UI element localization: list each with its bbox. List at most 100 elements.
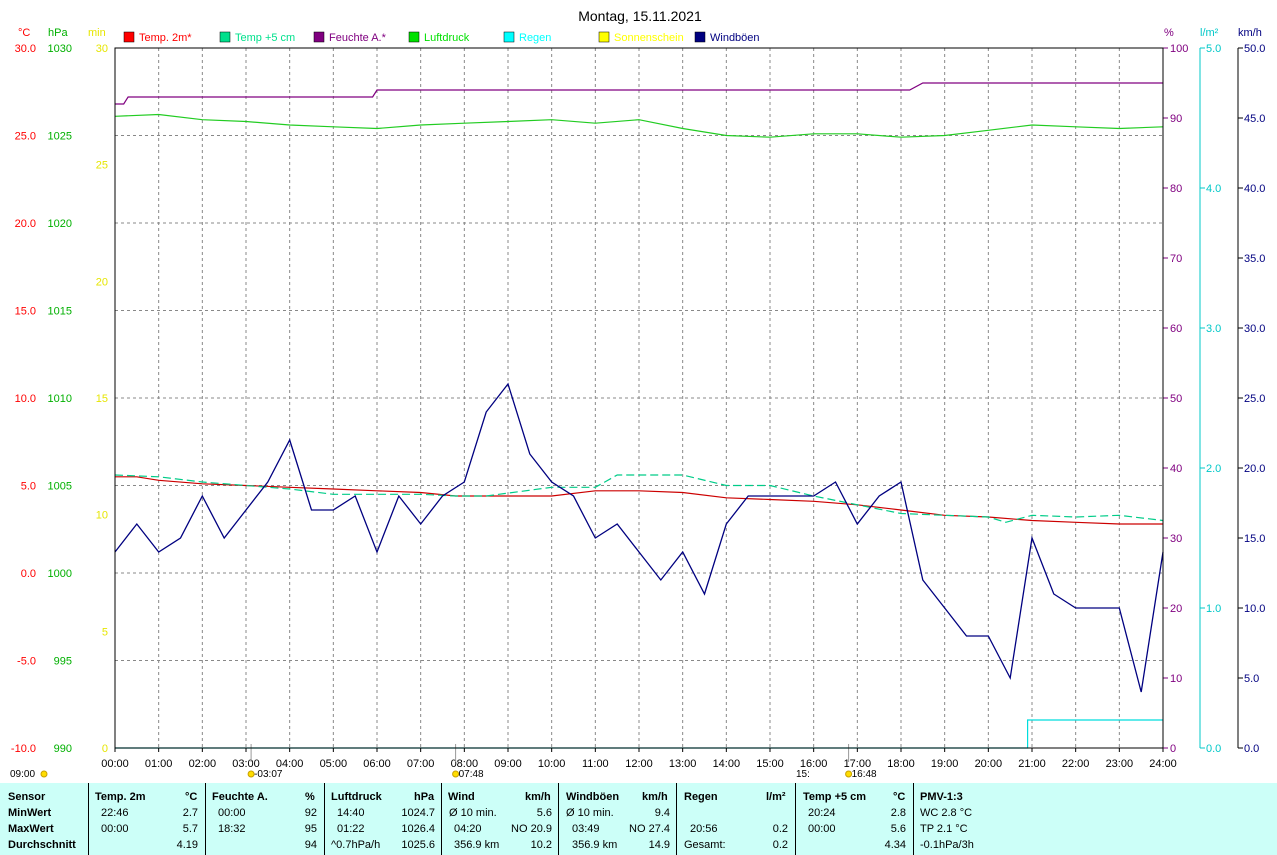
col-header: l/m² <box>766 791 786 803</box>
pressure-tick-label: 1010 <box>48 393 72 405</box>
humidity-tick-label: 60 <box>1170 323 1182 335</box>
cell: TP 2.1 °C <box>920 823 968 835</box>
rain-tick-label: 1.0 <box>1206 603 1221 615</box>
cell: 0.2 <box>772 823 788 835</box>
cell: 356.9 km <box>454 839 500 851</box>
row-label: MaxWert <box>8 823 54 835</box>
wind-tick-label: 0.0 <box>1244 743 1259 755</box>
cell: 2.8 <box>890 807 906 819</box>
x-tick-label: 07:00 <box>407 758 435 770</box>
sun-marker-label: 07:48 <box>459 769 484 780</box>
divider <box>676 783 677 855</box>
pressure-tick-label: 1015 <box>48 306 72 318</box>
legend-label: Sonnenschein <box>614 32 684 44</box>
rain-tick-label: 3.0 <box>1206 323 1221 335</box>
weather-chart: Montag, 15.11.2021 30.0 25.0 20.0 15.0 10.0 5… <box>0 0 1277 783</box>
humidity-tick-label: 20 <box>1170 603 1182 615</box>
col-header: Sensor <box>8 791 46 803</box>
sunshine-tick-label: 10 <box>96 510 108 522</box>
divider <box>88 783 89 855</box>
cell: 92 <box>304 807 317 819</box>
temp-tick-label: 25.0 <box>15 131 36 143</box>
col-header: km/h <box>642 791 668 803</box>
pressure-tick-label: 995 <box>54 656 72 668</box>
cell: NO 20.9 <box>511 823 552 835</box>
legend-swatch <box>598 31 610 43</box>
wind-tick-label: 40.0 <box>1244 183 1265 195</box>
cell: 1024.7 <box>401 807 435 819</box>
sunshine-unit-label: min <box>88 27 106 39</box>
cell: 22:46 <box>101 807 129 819</box>
x-tick-label: 05:00 <box>320 758 348 770</box>
col-header: °C <box>185 791 198 803</box>
pressure-tick-label: 1025 <box>48 131 72 143</box>
sunshine-tick-label: 5 <box>102 626 108 638</box>
wind-tick-label: 25.0 <box>1244 393 1265 405</box>
legend-label: Windböen <box>710 32 760 44</box>
humidity-tick-label: 0 <box>1170 743 1176 755</box>
divider <box>441 783 442 855</box>
cell: 00:00 <box>218 807 246 819</box>
rain-tick-label: 5.0 <box>1206 43 1221 55</box>
x-tick-label: 13:00 <box>669 758 697 770</box>
cell: ^0.7hPa/h <box>331 839 381 851</box>
humidity-tick-label: 80 <box>1170 183 1182 195</box>
wind-tick-label: 45.0 <box>1244 113 1265 125</box>
sunshine-tick-label: 30 <box>96 43 108 55</box>
divider <box>324 783 325 855</box>
pressure-tick-label: 1020 <box>48 218 72 230</box>
humidity-tick-label: 100 <box>1170 43 1188 55</box>
wind-tick-label: 10.0 <box>1244 603 1265 615</box>
x-tick-label: 15:00 <box>756 758 784 770</box>
rain-tick-label: 0.0 <box>1206 743 1221 755</box>
temp-tick-label: 30.0 <box>15 43 36 55</box>
col-header: Temp. 2m <box>95 791 146 803</box>
cell: 1026.4 <box>401 823 435 835</box>
stats-table: Sensor Temp. 2m °C Feuchte A. % Luftdruc… <box>0 783 1277 855</box>
cell: Ø 10 min. <box>449 807 497 819</box>
humidity-tick-label: 40 <box>1170 463 1182 475</box>
col-header: Wind <box>448 791 475 803</box>
temp-tick-label: 15.0 <box>15 306 36 318</box>
x-tick-label: 10:00 <box>538 758 566 770</box>
x-tick-label: 21:00 <box>1018 758 1046 770</box>
x-tick-label: 14:00 <box>713 758 741 770</box>
sun-marker-label: 16:48 <box>852 769 877 780</box>
legend-label: Feuchte A.* <box>329 32 387 44</box>
wind-tick-label: 15.0 <box>1244 533 1265 545</box>
cell: 2.7 <box>182 807 198 819</box>
legend-swatch <box>123 31 135 43</box>
cell: 10.2 <box>530 839 552 851</box>
x-tick-label: 18:00 <box>887 758 915 770</box>
row-label: MinWert <box>8 807 52 819</box>
legend-swatch <box>219 31 231 43</box>
col-header: hPa <box>414 791 435 803</box>
x-tick-label: 01:00 <box>145 758 173 770</box>
col-header: Windböen <box>566 791 620 803</box>
sunshine-tick-label: 20 <box>96 276 108 288</box>
x-tick-label: 23:00 <box>1106 758 1134 770</box>
col-header: Luftdruck <box>331 791 382 803</box>
cell: 5.6 <box>890 823 906 835</box>
cell: 18:32 <box>218 823 246 835</box>
legend-swatch <box>503 31 515 43</box>
cell: 20:56 <box>690 823 718 835</box>
x-tick-label: 02:00 <box>189 758 217 770</box>
col-header: Temp +5 cm <box>803 791 867 803</box>
temp-tick-label: 5.0 <box>21 481 36 493</box>
temp-tick-label: 10.0 <box>15 393 36 405</box>
row-label: Durchschnitt <box>8 839 76 851</box>
moon-icon <box>40 770 48 778</box>
legend-swatch <box>694 31 706 43</box>
x-tick-label: 06:00 <box>363 758 391 770</box>
cell: 356.9 km <box>572 839 618 851</box>
temp-tick-label: 0.0 <box>21 568 36 580</box>
divider <box>558 783 559 855</box>
cell: 95 <box>304 823 317 835</box>
cell: 01:22 <box>337 823 365 835</box>
pressure-tick-label: 1030 <box>48 43 72 55</box>
cell: 0.2 <box>772 839 788 851</box>
moon-marker-label-2: 15: <box>796 769 810 780</box>
humidity-tick-label: 50 <box>1170 393 1182 405</box>
wind-tick-label: 20.0 <box>1244 463 1265 475</box>
